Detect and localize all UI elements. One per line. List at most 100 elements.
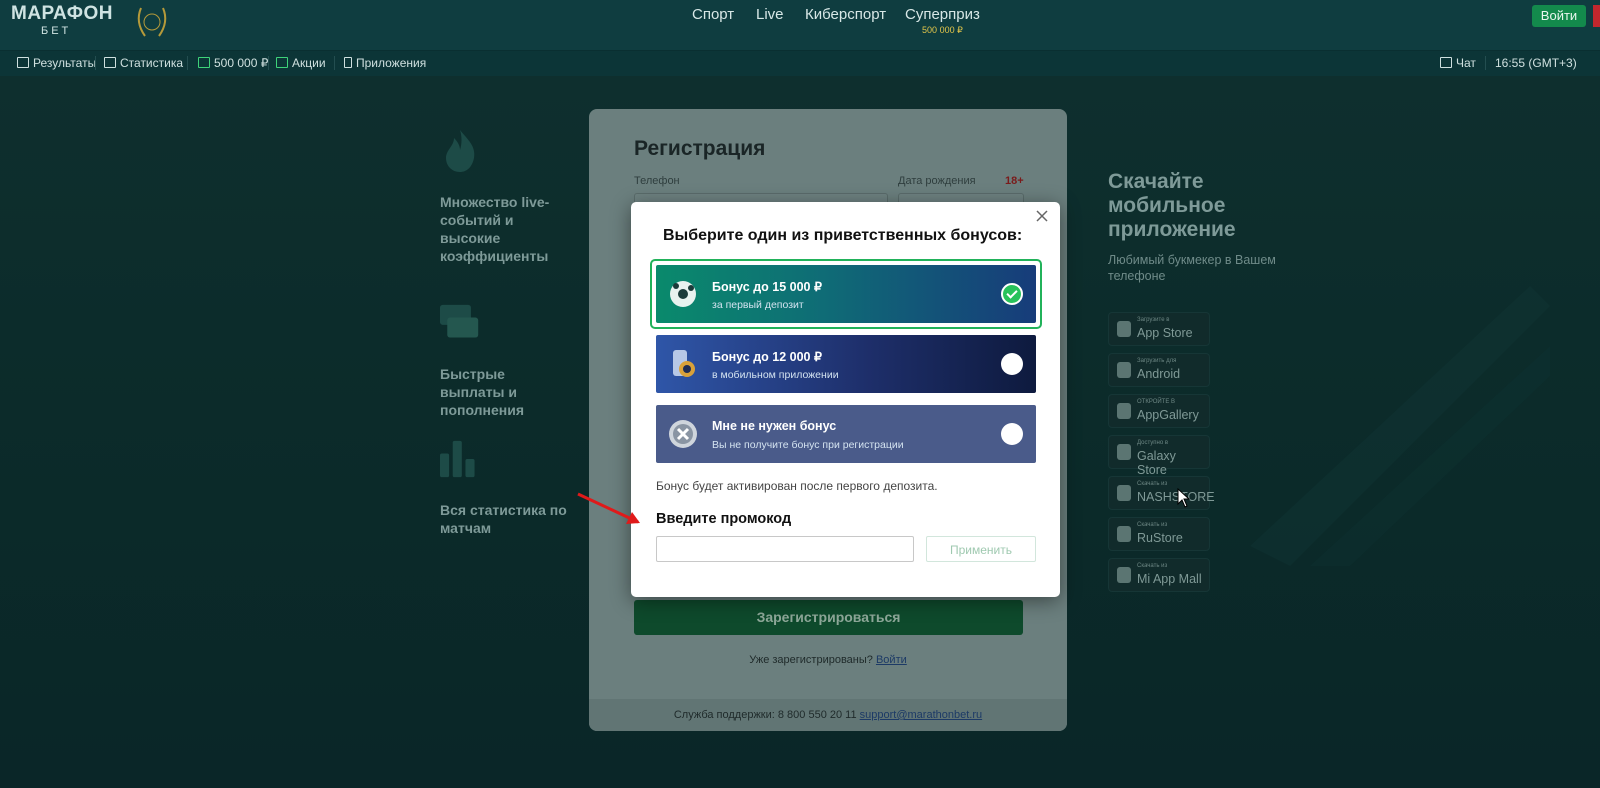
store-caption: Скачать из [1137,563,1168,569]
mi-app-mall-button[interactable]: Скачать из Mi App Mall [1108,558,1210,592]
stats-icon [104,57,116,68]
bonus-note: Бонус будет активирован после первого де… [656,479,938,493]
login-button[interactable]: Войти [1532,5,1586,27]
subnav-stats-label: Статистика [120,56,184,70]
no-bonus-x-icon [669,420,697,448]
feature-live-text: Множество live-событий и высокие коэффиц… [440,194,550,264]
nashstore-button[interactable]: Скачать из NASHSTORE [1108,476,1215,510]
bonus-option-title: Бонус до 12 000 ₽ [712,350,822,364]
nav-superprize-label: Суперприз [905,6,980,23]
subnav-jackpot[interactable]: 500 000 ₽ [198,56,268,70]
sub-nav-bar: Результаты Статистика 500 000 ₽ Акции Пр… [0,51,1600,76]
store-caption: Загрузить для [1137,358,1177,364]
rustore-icon [1117,526,1131,542]
already-registered-text: Уже зарегистрированы? [749,654,873,666]
support-phone: Служба поддержки: 8 800 550 20 11 [673,709,857,721]
subnav-chat-label: Чат [1456,56,1476,70]
flame-icon [446,130,475,172]
results-icon [17,57,29,68]
bonus-option-title: Бонус до 15 000 ₽ [712,280,822,294]
store-caption: ОТКРОЙТЕ В [1137,399,1176,405]
trophy-icon [198,57,210,68]
store-name: Android [1137,367,1181,381]
appgallery-button[interactable]: ОТКРОЙТЕ В AppGallery [1108,394,1210,428]
appstore-button[interactable]: Загрузите в App Store [1108,312,1210,346]
support-bar: Служба поддержки: 8 800 550 20 11 suppor… [589,699,1067,731]
store-caption: Скачать из [1137,481,1168,487]
bonus-option-mobile[interactable]: Бонус до 12 000 ₽ в мобильном приложении [656,335,1036,393]
promo-icon [276,57,288,68]
android-button[interactable]: Загрузить для Android [1108,353,1210,387]
radio-checked-icon[interactable] [1001,283,1023,305]
bonus-option-subtitle: в мобильном приложении [712,369,839,381]
divider [334,56,335,70]
store-name: Galaxy Store [1137,449,1176,477]
clock-display: 16:55 (GMT+3) [1495,56,1577,70]
bonus-option-subtitle: Вы не получите бонус при регистрации [712,439,904,451]
birth-date-label: Дата рождения [898,175,976,187]
subnav-chat[interactable]: Чат [1440,56,1476,70]
galaxy-store-button[interactable]: Доступно в Galaxy Store [1108,435,1210,477]
apply-promo-button[interactable]: Применить [926,536,1036,562]
divider [95,56,96,70]
radio-unchecked-icon[interactable] [1001,353,1023,375]
divider [187,56,188,70]
registration-title: Регистрация [634,137,766,160]
subnav-promo-label: Акции [292,56,326,70]
already-registered: Уже зарегистрированы? Войти [589,654,1067,666]
radio-unchecked-icon[interactable] [1001,423,1023,445]
age-limit-badge: 18+ [1005,175,1024,187]
appgallery-icon [1117,403,1131,419]
bonus-option-none[interactable]: Мне не нужен бонус Вы не получите бонус … [656,405,1036,463]
bonus-option-title: Мне не нужен бонус [712,419,837,433]
phone-label: Телефон [634,175,680,187]
android-icon [1117,362,1131,378]
subnav-results[interactable]: Результаты [17,56,96,70]
support-email-link[interactable]: support@marathonbet.ru [860,709,982,721]
nav-superprize[interactable]: Суперприз 500 000 ₽ [905,6,980,36]
divider [268,56,269,70]
decorative-streaks [1250,286,1550,566]
apple-icon [1117,321,1131,337]
main-nav: Спорт Live Киберспорт Суперприз 500 000 … [0,6,1600,46]
soccer-ball-icon [670,281,696,307]
store-name: App Store [1137,326,1193,340]
feature-stats-text: Вся статистика по матчам [440,502,567,536]
top-header: МАРАФОН БЕТ Спорт Live Киберспорт Суперп… [0,0,1600,51]
bonus-modal-title: Выберите один из приветственных бонусов: [663,227,1023,244]
register-button-edge[interactable] [1593,5,1600,27]
mouse-cursor-icon [1177,488,1191,508]
store-caption: Доступно в [1137,440,1169,446]
nashstore-icon [1117,485,1131,501]
subnav-apps-label: Приложения [356,56,427,70]
red-annotation-arrow-icon [577,492,640,524]
nav-superprize-amount: 500 000 ₽ [922,25,963,35]
subnav-results-label: Результаты [33,56,97,70]
subnav-promo[interactable]: Акции [276,56,326,70]
phone-icon [344,57,352,68]
rustore-button[interactable]: Скачать из RuStore [1108,517,1210,551]
bonus-option-deposit[interactable]: Бонус до 15 000 ₽ за первый депозит [656,265,1036,323]
promo-code-label: Введите промокод [656,511,792,527]
login-link[interactable]: Войти [876,654,907,666]
nav-sport[interactable]: Спорт [692,6,734,23]
bonus-option-subtitle: за первый депозит [712,299,804,311]
app-promo: Скачайте мобильное приложение Любимый бу… [1108,170,1308,284]
divider [1485,56,1486,70]
feature-payments: Быстрые выплаты и пополнения [440,300,570,419]
promo-code-input[interactable] [656,536,914,562]
subnav-stats[interactable]: Статистика [104,56,183,70]
nav-esports[interactable]: Киберспорт [805,6,886,23]
nav-live[interactable]: Live [756,6,784,23]
store-name: NASHSTORE [1137,490,1215,504]
feature-live: Множество live-событий и высокие коэффиц… [440,128,570,265]
subnav-apps[interactable]: Приложения [344,56,426,70]
chat-icon [1440,57,1452,68]
store-caption: Загрузите в [1137,317,1170,323]
close-icon[interactable] [1034,208,1050,224]
app-promo-subtitle: Любимый букмекер в Вашем телефоне [1108,253,1276,283]
register-button[interactable]: Зарегистрироваться [634,600,1023,635]
galaxy-store-icon [1117,444,1131,460]
feature-stats: Вся статистика по матчам [440,436,570,537]
feature-payments-text: Быстрые выплаты и пополнения [440,366,525,418]
